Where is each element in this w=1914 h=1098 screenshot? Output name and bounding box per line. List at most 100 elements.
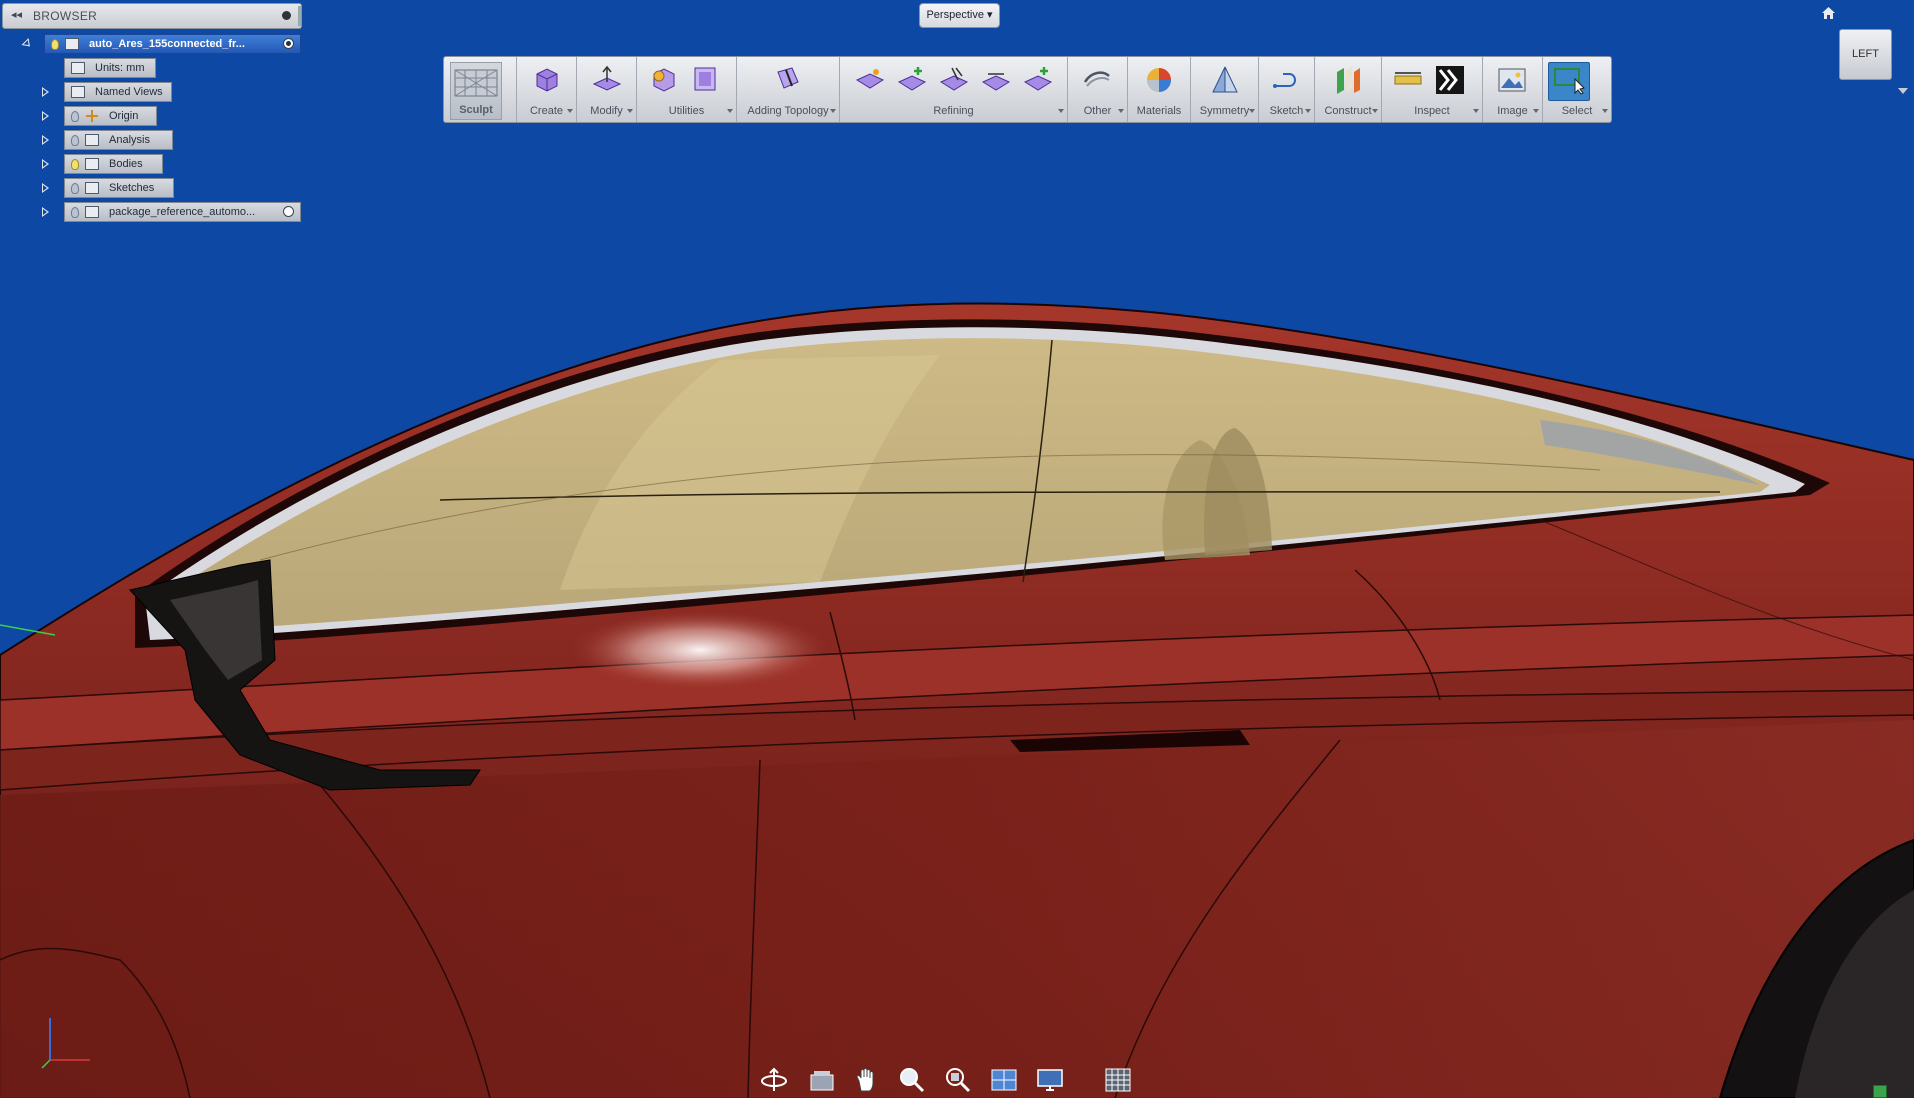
axis-triad: [41, 1018, 90, 1069]
component-icon: [85, 206, 99, 218]
toolbar-symmetry[interactable]: Symmetry: [1191, 57, 1259, 122]
toolbar-adding-topology[interactable]: Adding Topology: [737, 57, 840, 122]
workspace-sculpt[interactable]: Sculpt: [444, 57, 517, 122]
browser-header: ◂◂ BROWSER: [2, 3, 302, 29]
dropdown-caret-icon: [1372, 109, 1378, 113]
edit-form-icon: [592, 65, 622, 91]
dropdown-caret-icon: [1473, 109, 1479, 113]
sculpt-workspace-button[interactable]: Sculpt: [450, 62, 502, 120]
tree-row-package-reference: package_reference_automo...: [0, 202, 305, 222]
visibility-bulb-icon[interactable]: [51, 38, 59, 50]
projection-dropdown[interactable]: Perspective ▾: [919, 3, 1000, 28]
tree-item-units[interactable]: Units: mm: [64, 58, 156, 78]
insert-edge-icon: [777, 67, 799, 89]
tree-item-sketches[interactable]: Sketches: [64, 178, 174, 198]
named-views-icon: [71, 86, 85, 98]
toolbar-group-label: Refining: [933, 105, 974, 117]
toolbar-group-label: Symmetry: [1199, 105, 1250, 117]
pin-icon[interactable]: [282, 11, 291, 20]
tree-item-label: Units: mm: [95, 62, 145, 74]
dropdown-caret-icon: [727, 109, 733, 113]
toolbar-utilities[interactable]: Utilities: [637, 57, 737, 122]
visibility-bulb-icon[interactable]: [71, 134, 79, 146]
window-select-icon: [1554, 68, 1585, 95]
panel-resize-handle[interactable]: [298, 6, 301, 26]
collapse-arrow-icon[interactable]: [21, 37, 34, 51]
toolbar-other[interactable]: Other: [1068, 57, 1128, 122]
document-settings-icon: [71, 62, 85, 74]
crease-icon: [855, 69, 885, 89]
select-tool-active[interactable]: [1548, 62, 1590, 101]
expand-arrow-icon[interactable]: [42, 111, 49, 121]
tree-item-label: Sketches: [109, 182, 155, 194]
dropdown-caret-icon: [1602, 109, 1608, 113]
visibility-bulb-icon[interactable]: [71, 206, 79, 218]
visibility-bulb-icon[interactable]: [71, 110, 79, 122]
folder-icon: [85, 134, 99, 146]
orbit-icon[interactable]: [760, 1067, 788, 1093]
tree-item-label: auto_Ares_155connected_fr...: [89, 38, 245, 50]
activate-radio-icon[interactable]: [283, 206, 294, 217]
toolbar-sketch[interactable]: Sketch: [1259, 57, 1315, 122]
tree-row-origin: Origin: [0, 106, 305, 126]
home-icon[interactable]: [1821, 6, 1836, 20]
bevel-edge-icon: [939, 67, 969, 91]
tree-item-package-reference[interactable]: package_reference_automo...: [64, 202, 301, 222]
tree-row-bodies: Bodies: [0, 154, 305, 174]
folder-icon: [85, 182, 99, 194]
expand-arrow-icon[interactable]: [42, 135, 49, 145]
display-settings-icon[interactable]: [990, 1067, 1018, 1093]
zoom-icon[interactable]: [898, 1067, 926, 1093]
dropdown-caret-icon: [1118, 109, 1124, 113]
tree-item-label: Bodies: [109, 158, 143, 170]
freeze-icon: [1083, 71, 1110, 87]
expand-arrow-icon[interactable]: [42, 87, 49, 97]
toolbar-group-label: Inspect: [1414, 105, 1450, 117]
dropdown-caret-icon: [567, 109, 573, 113]
tree-item-analysis[interactable]: Analysis: [64, 130, 173, 150]
tree-item-origin[interactable]: Origin: [64, 106, 157, 126]
toolbar-create[interactable]: Create: [517, 57, 577, 122]
tree-item-bodies[interactable]: Bodies: [64, 154, 163, 174]
car-body[interactable]: [0, 302, 1914, 1098]
visibility-bulb-icon[interactable]: [71, 182, 79, 194]
tree-item-named-views[interactable]: Named Views: [64, 82, 172, 102]
toolbar-modify[interactable]: Modify: [577, 57, 637, 122]
folder-icon: [85, 158, 99, 170]
collapse-panel-icon[interactable]: ◂◂: [11, 8, 22, 21]
toolbar-construct[interactable]: Construct: [1315, 57, 1382, 122]
image-icon: [1498, 68, 1526, 92]
convert-icon: [653, 68, 675, 92]
viewcube-menu-arrow-icon[interactable]: [1898, 88, 1908, 94]
expand-arrow-icon[interactable]: [42, 207, 49, 217]
expand-arrow-icon[interactable]: [42, 183, 49, 193]
pan-icon[interactable]: [852, 1067, 880, 1093]
visual-style-icon[interactable]: [1036, 1067, 1064, 1093]
sketch-curve-icon: [1273, 73, 1296, 88]
component-icon: [65, 38, 79, 50]
toolbar-refining[interactable]: Refining: [840, 57, 1068, 122]
origin-icon: [85, 110, 99, 122]
toolbar-group-label: Utilities: [668, 105, 705, 117]
box-primitive-icon: [536, 68, 558, 92]
sculpt-mesh-icon: [454, 69, 498, 97]
tree-row-analysis: Analysis: [0, 130, 305, 150]
projection-label: Perspective: [926, 9, 984, 21]
mirror-symmetry-icon: [1212, 66, 1238, 93]
toolbar-materials[interactable]: Materials: [1128, 57, 1191, 122]
dropdown-caret-icon: [1058, 109, 1064, 113]
toolbar-select[interactable]: Select: [1543, 57, 1611, 122]
viewcube[interactable]: LEFT: [1839, 29, 1892, 80]
tree-item-root[interactable]: auto_Ares_155connected_fr...: [44, 34, 301, 54]
toolbar-group-label: Materials: [1136, 105, 1182, 117]
look-at-icon[interactable]: [808, 1067, 836, 1093]
activate-radio-icon[interactable]: [283, 38, 294, 49]
expand-arrow-icon[interactable]: [42, 159, 49, 169]
grid-icon[interactable]: [1104, 1067, 1132, 1093]
zoom-window-icon[interactable]: [944, 1067, 972, 1093]
appearance-icon: [1147, 68, 1171, 92]
visibility-bulb-icon[interactable]: [71, 158, 79, 170]
toolbar-inspect[interactable]: Inspect: [1382, 57, 1483, 122]
dropdown-caret-icon: [1533, 109, 1539, 113]
toolbar-image[interactable]: Image: [1483, 57, 1543, 122]
